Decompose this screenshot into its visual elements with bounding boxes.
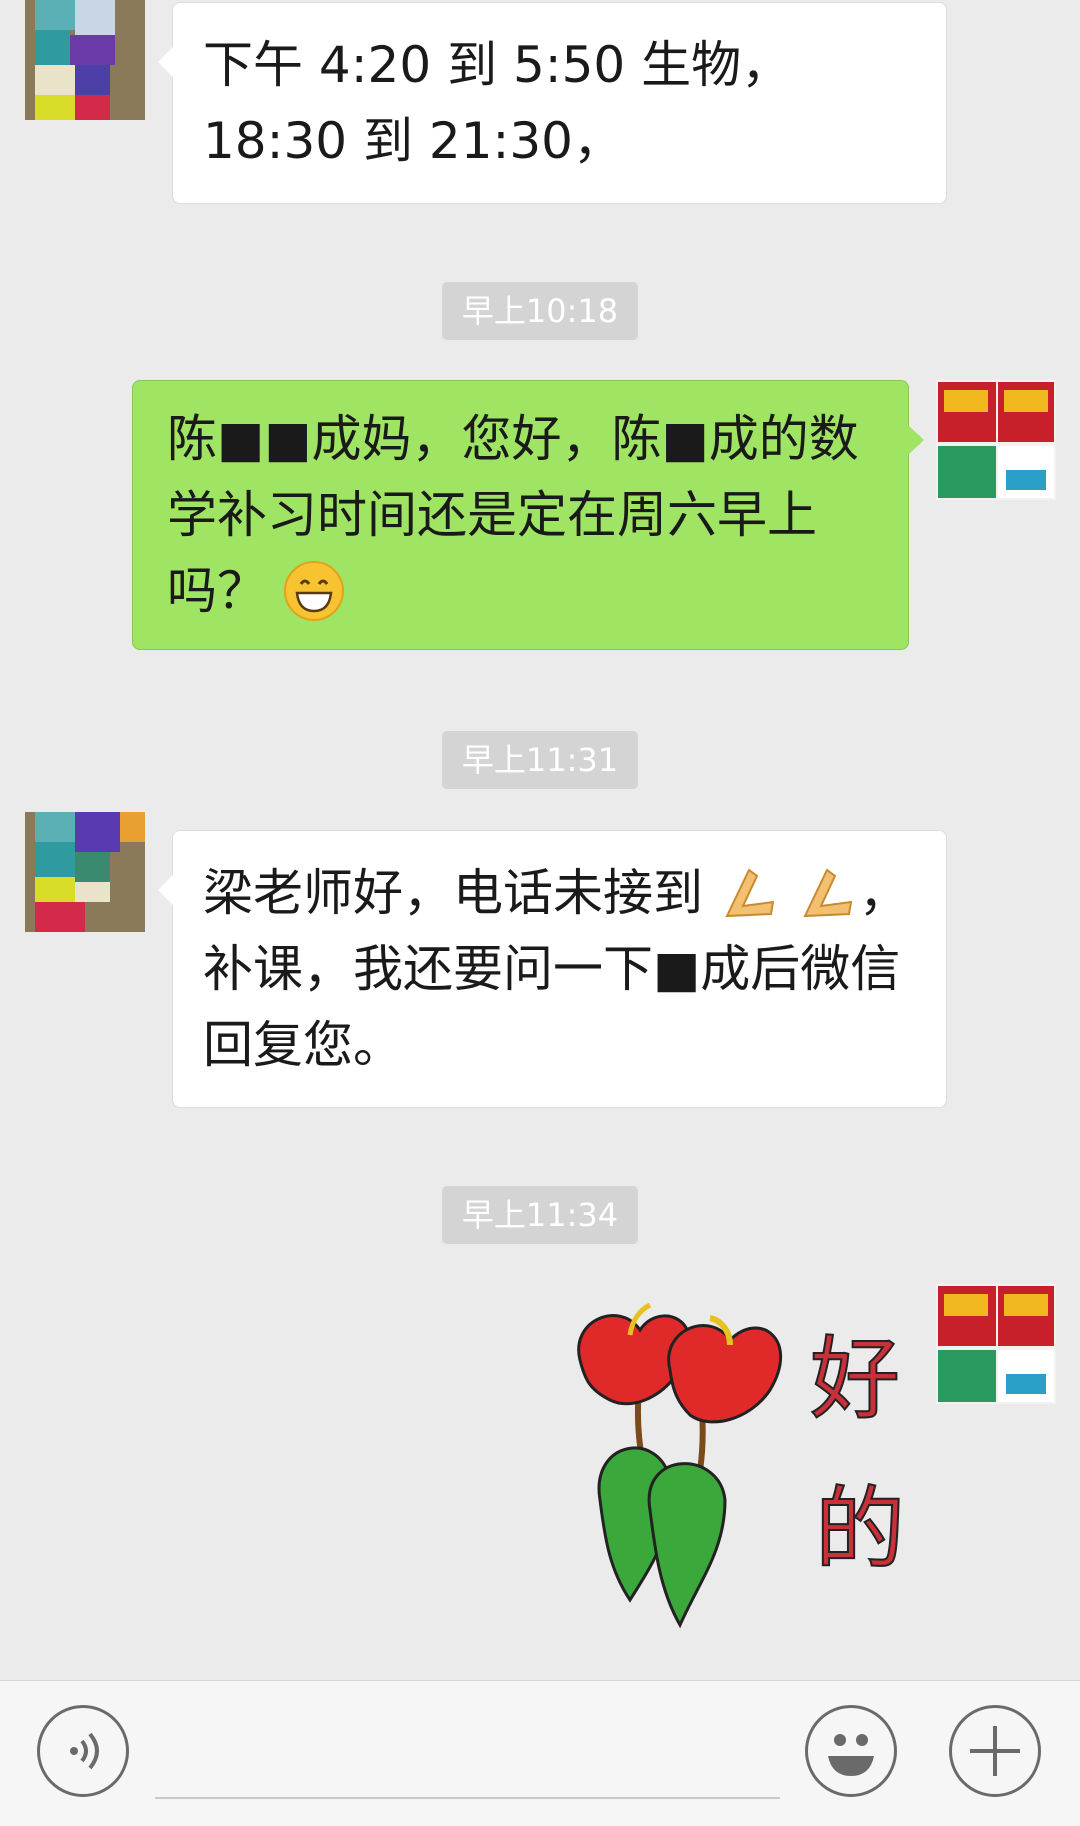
timestamp-row: 早上11:31 (0, 731, 1080, 789)
timestamp-row: 早上10:18 (0, 282, 1080, 340)
timestamp-row: 早上11:34 (0, 1186, 1080, 1244)
timestamp: 早上11:31 (441, 731, 639, 789)
sticker-text-de: 的 (815, 1477, 905, 1582)
message-text: 梁老师好，电话未接到 (203, 864, 703, 922)
message-bubble-sent[interactable]: 陈■■成妈，您好，陈■成的数学补习时间还是定在周六早上吗？ (132, 380, 924, 650)
message-text: 陈■■成妈，您好，陈■成的数学补习时间还是定在周六早上吗？ (167, 410, 859, 620)
sticker-text-good: 好 (810, 1327, 900, 1432)
voice-button[interactable] (37, 1705, 129, 1797)
contact-avatar[interactable] (25, 812, 145, 932)
grinning-emoji-icon (283, 560, 345, 622)
my-avatar[interactable] (936, 1284, 1056, 1404)
chat-area: 下午 4:20 到 5:50 生物， 18:30 到 21:30， 早上10:1… (0, 0, 1080, 1680)
message-bubble-received[interactable]: 梁老师好，电话未接到 ，补课，我还要问一下■成后微信回复您。 (158, 830, 947, 1108)
timestamp: 早上10:18 (441, 282, 639, 340)
plus-icon (952, 1726, 1038, 1798)
message-text: 下午 4:20 到 5:50 生物， 18:30 到 21:30， (203, 36, 792, 170)
my-avatar[interactable] (936, 380, 1056, 500)
timestamp: 早上11:34 (441, 1186, 639, 1244)
voice-icon (40, 1732, 126, 1798)
input-bar (0, 1680, 1080, 1826)
emoji-icon (808, 1734, 894, 1798)
contact-avatar[interactable] (25, 0, 145, 120)
message-bubble-received[interactable]: 下午 4:20 到 5:50 生物， 18:30 到 21:30， (158, 2, 947, 204)
pressed-hands-icon (719, 862, 781, 924)
more-button[interactable] (949, 1705, 1041, 1797)
message-input[interactable] (155, 1797, 780, 1799)
anthurium-sticker[interactable]: 好 的 (560, 1300, 920, 1635)
emoji-button[interactable] (805, 1705, 897, 1797)
pressed-hands-icon (797, 862, 859, 924)
